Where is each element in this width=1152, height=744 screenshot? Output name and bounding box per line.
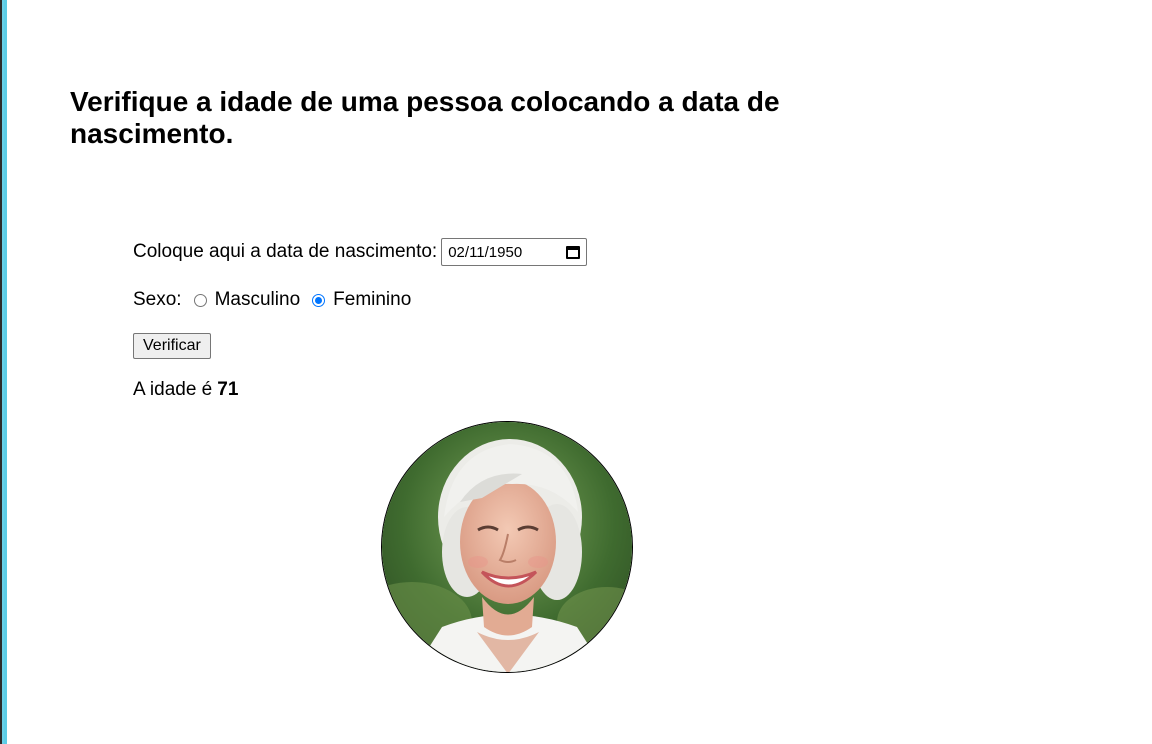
calendar-icon[interactable] bbox=[566, 245, 581, 259]
sex-label: Sexo: bbox=[133, 289, 182, 310]
result-row: A idade é 71 bbox=[133, 376, 238, 404]
radio-masculino[interactable] bbox=[193, 293, 207, 307]
result-label: A idade é bbox=[133, 379, 213, 400]
elderly-woman-photo bbox=[381, 421, 633, 673]
radio-feminino[interactable] bbox=[312, 293, 326, 307]
radio-masculino-label[interactable]: Masculino bbox=[215, 289, 301, 311]
verify-button[interactable]: Verificar bbox=[133, 333, 211, 359]
page-title: Verifique a idade de uma pessoa colocand… bbox=[70, 86, 780, 149]
birthdate-row: Coloque aqui a data de nascimento: 02/11… bbox=[133, 238, 588, 266]
age-value: 71 bbox=[217, 379, 239, 400]
birthdate-value: 02/11/1950 bbox=[448, 243, 523, 261]
birthdate-label: Coloque aqui a data de nascimento: bbox=[133, 241, 438, 262]
left-accent-bar bbox=[4, 0, 7, 744]
portrait-illustration bbox=[382, 422, 632, 672]
sex-row: Sexo: Masculino Feminino bbox=[133, 286, 411, 314]
submit-row: Verificar bbox=[133, 332, 211, 360]
left-border-decoration bbox=[0, 0, 7, 744]
radio-feminino-label[interactable]: Feminino bbox=[333, 289, 411, 311]
page: Verifique a idade de uma pessoa colocand… bbox=[0, 0, 1152, 744]
birthdate-input[interactable]: 02/11/1950 bbox=[441, 238, 588, 266]
